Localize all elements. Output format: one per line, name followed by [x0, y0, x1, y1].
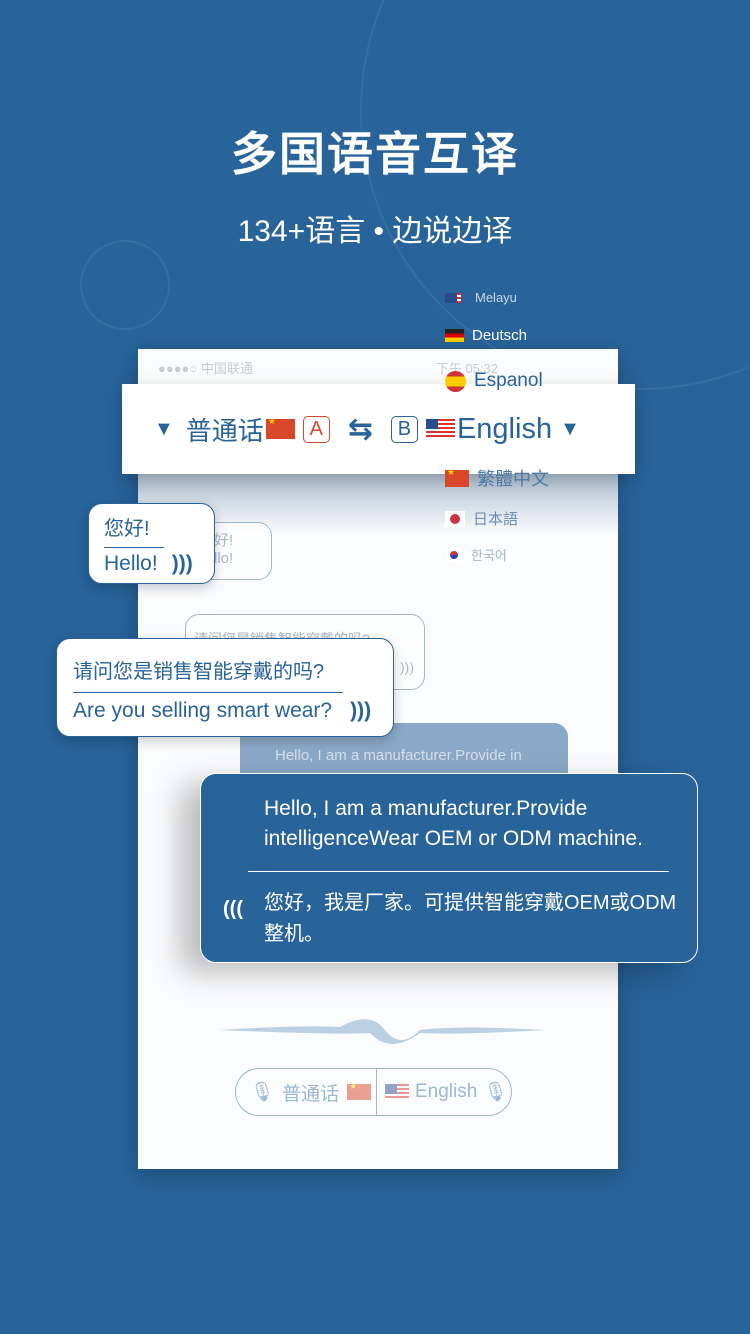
target-dropdown-icon[interactable]: ▼: [560, 418, 580, 441]
speak-source-button[interactable]: 🎙 普通话: [236, 1069, 377, 1115]
us-flag-icon: [425, 419, 455, 439]
chat-bubble: 您好! Hello!))): [88, 503, 215, 584]
china-flag-icon: [445, 467, 469, 487]
lang-option-korean[interactable]: 한국어: [445, 545, 507, 564]
page-title: 多国语音互译: [231, 128, 519, 180]
speak-target-button[interactable]: English 🎙: [377, 1069, 511, 1115]
lang-option-espanol[interactable]: Espanol: [445, 370, 543, 392]
language-bar: ▼ 普通话 A ⇆ B English ▼: [122, 384, 635, 474]
reply-bubble: Hello, I am a manufacturer.Provide intel…: [200, 773, 698, 963]
original-text: 您好!: [104, 518, 150, 540]
translation-text: Are you selling smart wear?: [73, 699, 333, 722]
us-flag-icon: [385, 1084, 409, 1100]
china-flag-icon: [265, 416, 295, 439]
japan-flag-icon: [445, 510, 465, 527]
microphone-icon: 🎙: [483, 1082, 508, 1103]
button-label: English: [415, 1081, 478, 1102]
lang-option-melayu[interactable]: Melayu: [445, 290, 517, 305]
play-sound-icon[interactable]: ))): [172, 552, 193, 576]
lang-label: Melayu: [475, 290, 517, 305]
ghost-text: llo!: [214, 550, 234, 567]
swap-languages-icon[interactable]: ⇆: [348, 412, 373, 447]
china-flag-icon: [347, 1081, 372, 1100]
ghost-text: 好!: [214, 532, 234, 549]
original-text: 请问您是销售智能穿戴的吗?: [73, 661, 325, 683]
chat-bubble: 请问您是销售智能穿戴的吗? Are you selling smart wear…: [56, 638, 394, 737]
translation-text: 您好，我是厂家。可提供智能穿戴OEM或ODM整机。: [264, 892, 677, 945]
germany-flag-icon: [445, 329, 464, 342]
source-dropdown-icon[interactable]: ▼: [154, 418, 174, 441]
voice-waveform: [220, 1019, 545, 1044]
voice-input-bar: 🎙 普通话 English 🎙: [235, 1068, 512, 1116]
ghost-text: Hello, I am a manufacturer.Provide in: [275, 747, 522, 764]
korea-flag-icon: [445, 547, 463, 562]
lang-label: 한국어: [471, 548, 507, 563]
spain-flag-icon: [445, 370, 466, 392]
original-text: Hello, I am a manufacturer.Provide intel…: [264, 797, 643, 850]
page-subtitle: 134+语言 • 边说边译: [237, 215, 513, 248]
lang-option-traditional-chinese[interactable]: 繁體中文: [445, 465, 549, 491]
microphone-icon: 🎙: [250, 1082, 275, 1103]
translation-text: Hello!: [104, 552, 158, 575]
translate-decor-icon: [80, 240, 170, 330]
play-sound-icon[interactable]: ))): [350, 699, 371, 723]
lang-label: Deutsch: [472, 327, 528, 344]
target-badge: B: [390, 415, 418, 443]
lang-label: 繁體中文: [477, 469, 549, 489]
carrier: ●●●●○ 中国联通: [158, 361, 253, 376]
target-language[interactable]: English: [457, 413, 552, 446]
lang-label: Espanol: [474, 370, 543, 391]
source-badge: A: [302, 415, 330, 443]
play-sound-icon[interactable]: (((: [223, 898, 243, 921]
source-language[interactable]: 普通话: [186, 411, 264, 448]
lang-label: 日本語: [473, 511, 519, 528]
decor-circle: [360, 0, 750, 390]
lang-option-japanese[interactable]: 日本語: [445, 508, 518, 529]
button-label: 普通话: [282, 1083, 340, 1105]
malaysia-flag-icon: [445, 292, 461, 303]
lang-option-deutsch[interactable]: Deutsch: [445, 327, 527, 344]
